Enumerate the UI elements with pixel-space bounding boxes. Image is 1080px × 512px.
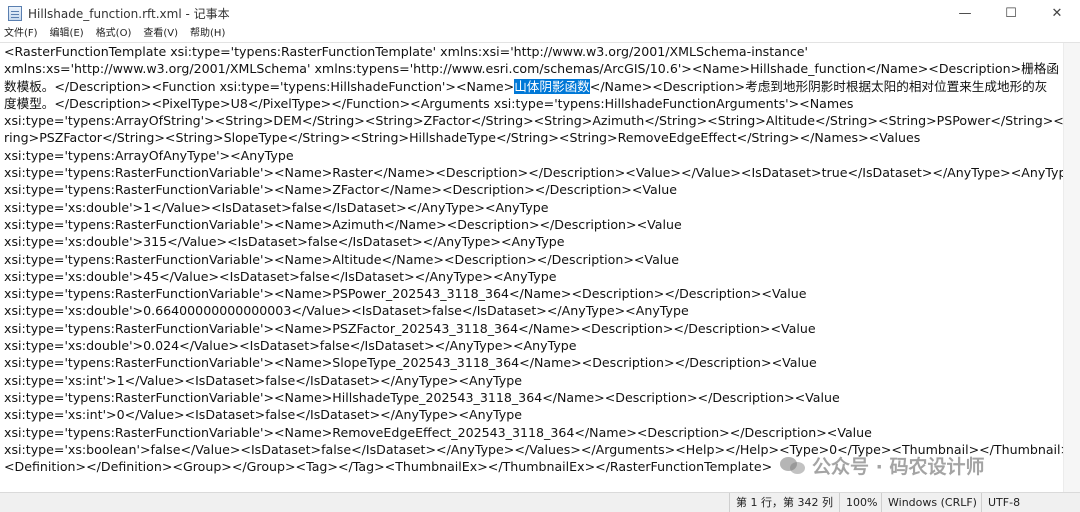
status-bar: 第 1 行，第 342 列 100% Windows (CRLF) UTF-8 xyxy=(0,492,1080,512)
text-line: xsi:type='typens:RasterFunctionVariable'… xyxy=(4,424,872,440)
text-line: 数模板。</Description><Function xsi:type='ty… xyxy=(4,78,515,94)
zoom-level: 100% xyxy=(839,493,881,512)
cursor-position: 第 1 行，第 342 列 xyxy=(729,493,839,512)
menu-file[interactable]: 文件(F) xyxy=(0,26,44,42)
menu-edit[interactable]: 编辑(E) xyxy=(44,26,90,42)
text-line: xsi:type='typens:RasterFunctionVariable'… xyxy=(4,216,682,232)
text-line: xsi:type='typens:RasterFunctionVariable'… xyxy=(4,251,680,267)
text-line: xsi:type='typens:RasterFunctionVariable'… xyxy=(4,165,1075,181)
text-line: xsi:type='typens:RasterFunctionVariable'… xyxy=(4,355,817,371)
text-line: 度模型。</Description><PixelType>U8</PixelTy… xyxy=(4,95,854,111)
text-line: </Name><Description>考虑到地形阴影时根据太阳的相对位置来生成… xyxy=(589,78,1048,94)
menu-view[interactable]: 查看(V) xyxy=(137,26,184,42)
text-line: xmlns:xs='http://www.w3.org/2001/XMLSche… xyxy=(4,61,1059,77)
text-line: xsi:type='xs:int'>0</Value><IsDataset>fa… xyxy=(4,407,522,423)
text-line: xsi:type='typens:RasterFunctionVariable'… xyxy=(4,182,677,198)
xml-content[interactable]: <RasterFunctionTemplate xsi:type='typens… xyxy=(4,43,1077,475)
text-selection: 山体阴影函数 xyxy=(514,78,590,94)
window-controls: — ☐ ✕ xyxy=(942,0,1080,26)
text-line: <RasterFunctionTemplate xsi:type='typens… xyxy=(4,44,809,59)
menu-help[interactable]: 帮助(H) xyxy=(184,26,231,42)
notepad-icon xyxy=(8,5,22,21)
text-editor[interactable]: <RasterFunctionTemplate xsi:type='typens… xyxy=(0,42,1080,492)
menu-format[interactable]: 格式(O) xyxy=(90,26,138,42)
text-line: xsi:type='typens:ArrayOfAnyType'><AnyTyp… xyxy=(4,147,294,163)
vertical-scrollbar[interactable] xyxy=(1063,43,1080,492)
line-ending: Windows (CRLF) xyxy=(881,493,981,512)
text-line: xsi:type='xs:double'>45</Value><IsDatase… xyxy=(4,268,557,284)
text-line: xsi:type='xs:double'>0.66400000000000003… xyxy=(4,303,689,319)
maximize-button[interactable]: ☐ xyxy=(988,0,1034,26)
text-line: ring>PSZFactor</String><String>SlopeType… xyxy=(4,130,921,146)
close-button[interactable]: ✕ xyxy=(1034,0,1080,26)
wechat-icon xyxy=(780,455,806,477)
watermark: 公众号 · 码农设计师 xyxy=(780,452,984,479)
text-line: xsi:type='xs:double'>0.024</Value><IsDat… xyxy=(4,338,577,354)
title-bar: Hillshade_function.rft.xml - 记事本 — ☐ ✕ xyxy=(0,0,1080,26)
text-line: xsi:type='typens:ArrayOfString'><String>… xyxy=(4,113,1077,129)
text-line: xsi:type='typens:RasterFunctionVariable'… xyxy=(4,389,840,405)
text-line: <Definition></Definition><Group></Group>… xyxy=(4,459,773,475)
text-line: xsi:type='typens:RasterFunctionVariable'… xyxy=(4,320,816,336)
window-title: Hillshade_function.rft.xml - 记事本 xyxy=(28,6,230,21)
text-line: xsi:type='xs:double'>1</Value><IsDataset… xyxy=(4,199,549,215)
menu-bar: 文件(F) 编辑(E) 格式(O) 查看(V) 帮助(H) xyxy=(0,26,1080,42)
text-line: xsi:type='xs:double'>315</Value><IsDatas… xyxy=(4,234,565,250)
encoding: UTF-8 xyxy=(981,493,1080,512)
text-line: xsi:type='xs:int'>1</Value><IsDataset>fa… xyxy=(4,372,522,388)
text-line: xsi:type='typens:RasterFunctionVariable'… xyxy=(4,286,807,302)
watermark-text: 公众号 · 码农设计师 xyxy=(812,456,985,478)
minimize-button[interactable]: — xyxy=(942,0,988,26)
